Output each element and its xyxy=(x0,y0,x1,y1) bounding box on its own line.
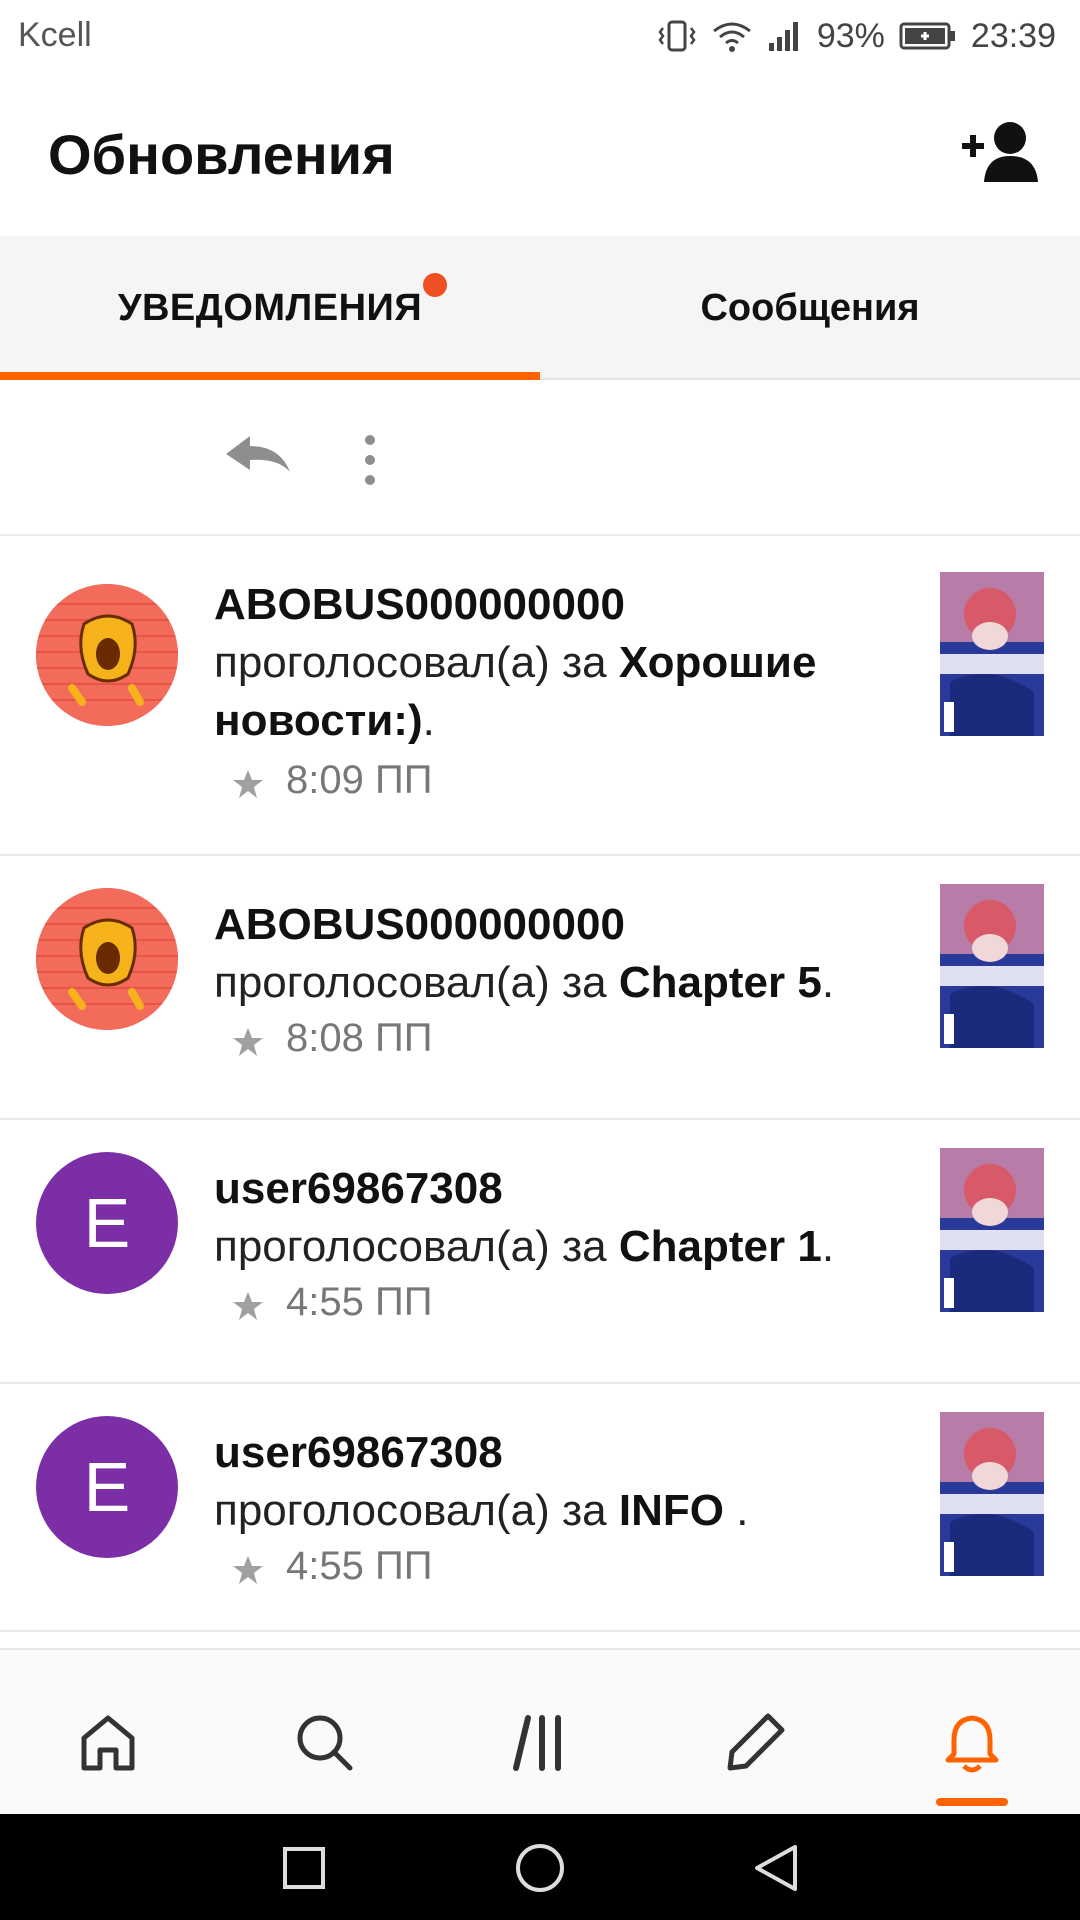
system-nav-bar xyxy=(0,1814,1080,1920)
notification-username[interactable]: user69867308 xyxy=(214,1160,894,1218)
manga-cover-thumbnail[interactable] xyxy=(940,1412,1044,1576)
more-options-icon[interactable] xyxy=(360,432,380,488)
star-icon xyxy=(232,1287,264,1320)
vibrate-icon xyxy=(657,18,697,54)
notification-action: проголосовал(а) за xyxy=(214,1222,619,1271)
user-avatar[interactable]: E xyxy=(36,1152,178,1294)
notification-text: user69867308 проголосовал(а) за Chapter 1… xyxy=(214,1160,894,1276)
notification-meta: 4:55 ПП xyxy=(232,1280,432,1325)
notification-row[interactable]: ABOBUS000000000 проголосовал(а) за Хороши… xyxy=(0,536,1080,856)
partial-notification-row xyxy=(0,380,1080,536)
notification-meta: 8:08 ПП xyxy=(232,1016,432,1061)
app-header: Обновления xyxy=(0,72,1080,236)
add-user-icon[interactable] xyxy=(958,116,1044,188)
star-icon xyxy=(232,1023,264,1056)
unread-dot xyxy=(423,273,447,297)
user-avatar[interactable] xyxy=(36,584,178,726)
notification-text: ABOBUS000000000 проголосовал(а) за Хороши… xyxy=(214,576,894,750)
battery-percent: 93% xyxy=(816,16,885,55)
active-nav-indicator xyxy=(936,1798,1008,1806)
page-title: Обновления xyxy=(48,123,395,186)
notification-suffix: . xyxy=(736,1486,749,1535)
signal-icon xyxy=(767,19,803,53)
bottom-nav xyxy=(0,1648,1080,1814)
notification-username[interactable]: ABOBUS000000000 xyxy=(214,576,894,634)
notification-row[interactable]: ABOBUS000000000 проголосовал(а) за Chapte… xyxy=(0,856,1080,1120)
carrier-name: Kcell xyxy=(18,16,92,54)
notification-text: ABOBUS000000000 проголосовал(а) за Chapte… xyxy=(214,896,894,1012)
notification-row[interactable]: Euser69867308 проголосовал(а) за Chapter … xyxy=(0,1120,1080,1384)
clock: 23:39 xyxy=(970,16,1056,55)
notification-target[interactable]: Chapter 5 xyxy=(619,958,822,1007)
reply-icon[interactable] xyxy=(222,432,294,478)
notification-time: 8:08 ПП xyxy=(286,1016,433,1060)
notification-time: 4:55 ПП xyxy=(286,1280,433,1324)
home-circle-icon[interactable] xyxy=(512,1840,568,1896)
notification-meta: 8:09 ПП xyxy=(232,758,432,803)
manga-cover-thumbnail[interactable] xyxy=(940,1148,1044,1312)
tab-messages-label: Сообщения xyxy=(700,286,920,329)
manga-cover-thumbnail[interactable] xyxy=(940,884,1044,1048)
user-avatar[interactable]: E xyxy=(36,1416,178,1558)
status-icons: 93% 23:39 xyxy=(657,14,1056,58)
wifi-icon xyxy=(711,19,753,53)
status-bar: Kcell 93% 23:39 xyxy=(0,0,1080,72)
notification-row[interactable]: Euser69867308 проголосовал(а) за INFO . 4:… xyxy=(0,1384,1080,1632)
notification-username[interactable]: user69867308 xyxy=(214,1424,894,1482)
home-icon[interactable] xyxy=(68,1702,148,1782)
pencil-icon[interactable] xyxy=(716,1702,796,1782)
avatar-letter: E xyxy=(83,1184,131,1262)
tab-notifications[interactable]: УВЕДОМЛЕНИЯ xyxy=(0,236,540,382)
tab-bar: УВЕДОМЛЕНИЯ Сообщения xyxy=(0,236,1080,382)
avatar-letter: E xyxy=(83,1448,131,1526)
tab-messages[interactable]: Сообщения xyxy=(540,236,1080,380)
notification-suffix: . xyxy=(821,958,835,1007)
manga-cover-thumbnail[interactable] xyxy=(940,572,1044,736)
notification-suffix: . xyxy=(422,696,435,745)
battery-icon xyxy=(899,21,957,51)
back-triangle-icon[interactable] xyxy=(748,1840,804,1896)
bell-icon[interactable] xyxy=(932,1702,1012,1782)
star-icon xyxy=(232,1551,264,1584)
user-avatar[interactable] xyxy=(36,888,178,1030)
notification-action: проголосовал(а) за xyxy=(214,638,619,687)
notification-time: 4:55 ПП xyxy=(286,1544,433,1588)
notification-time: 8:09 ПП xyxy=(286,758,433,802)
notification-target[interactable]: Chapter 1 xyxy=(619,1222,822,1271)
recent-apps-icon[interactable] xyxy=(276,1840,332,1896)
tab-notifications-label: УВЕДОМЛЕНИЯ xyxy=(117,286,423,329)
notification-action: проголосовал(а) за xyxy=(214,958,619,1007)
notification-text: user69867308 проголосовал(а) за INFO . xyxy=(214,1424,894,1540)
notification-username[interactable]: ABOBUS000000000 xyxy=(214,896,894,954)
library-icon[interactable] xyxy=(500,1702,580,1782)
search-icon[interactable] xyxy=(284,1702,364,1782)
notification-action: проголосовал(а) за xyxy=(214,1486,619,1535)
notification-target[interactable]: INFO xyxy=(619,1486,736,1535)
star-icon xyxy=(232,765,264,798)
notification-suffix: . xyxy=(821,1222,835,1271)
notification-meta: 4:55 ПП xyxy=(232,1544,432,1589)
